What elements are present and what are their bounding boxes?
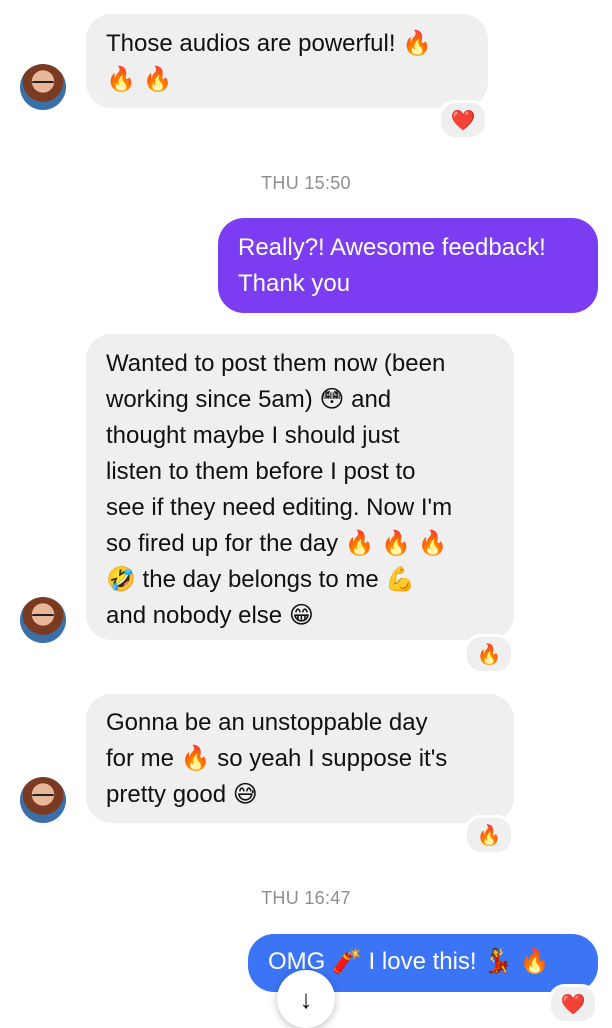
contact-avatar[interactable]	[20, 777, 66, 823]
heart-reaction[interactable]: ❤️	[548, 984, 598, 1024]
contact-avatar[interactable]	[20, 64, 66, 110]
scroll-down-button[interactable]: ↓	[277, 970, 335, 1028]
fire-reaction[interactable]: 🔥	[464, 634, 514, 674]
incoming-message[interactable]: Gonna be an unstoppable day for me 🔥 so …	[86, 694, 514, 823]
fire-reaction[interactable]: 🔥	[464, 815, 514, 855]
arrow-down-icon: ↓	[299, 983, 313, 1014]
incoming-message[interactable]: Those audios are powerful! 🔥 🔥 🔥	[86, 14, 488, 108]
incoming-message[interactable]: Wanted to post them now (been working si…	[86, 334, 514, 640]
timestamp: THU 15:50	[261, 173, 351, 193]
outgoing-message[interactable]: Really?! Awesome feedback! Thank you	[218, 218, 598, 313]
contact-avatar[interactable]	[20, 597, 66, 643]
timestamp: THU 16:47	[261, 888, 351, 908]
heart-reaction[interactable]: ❤️	[438, 100, 488, 140]
